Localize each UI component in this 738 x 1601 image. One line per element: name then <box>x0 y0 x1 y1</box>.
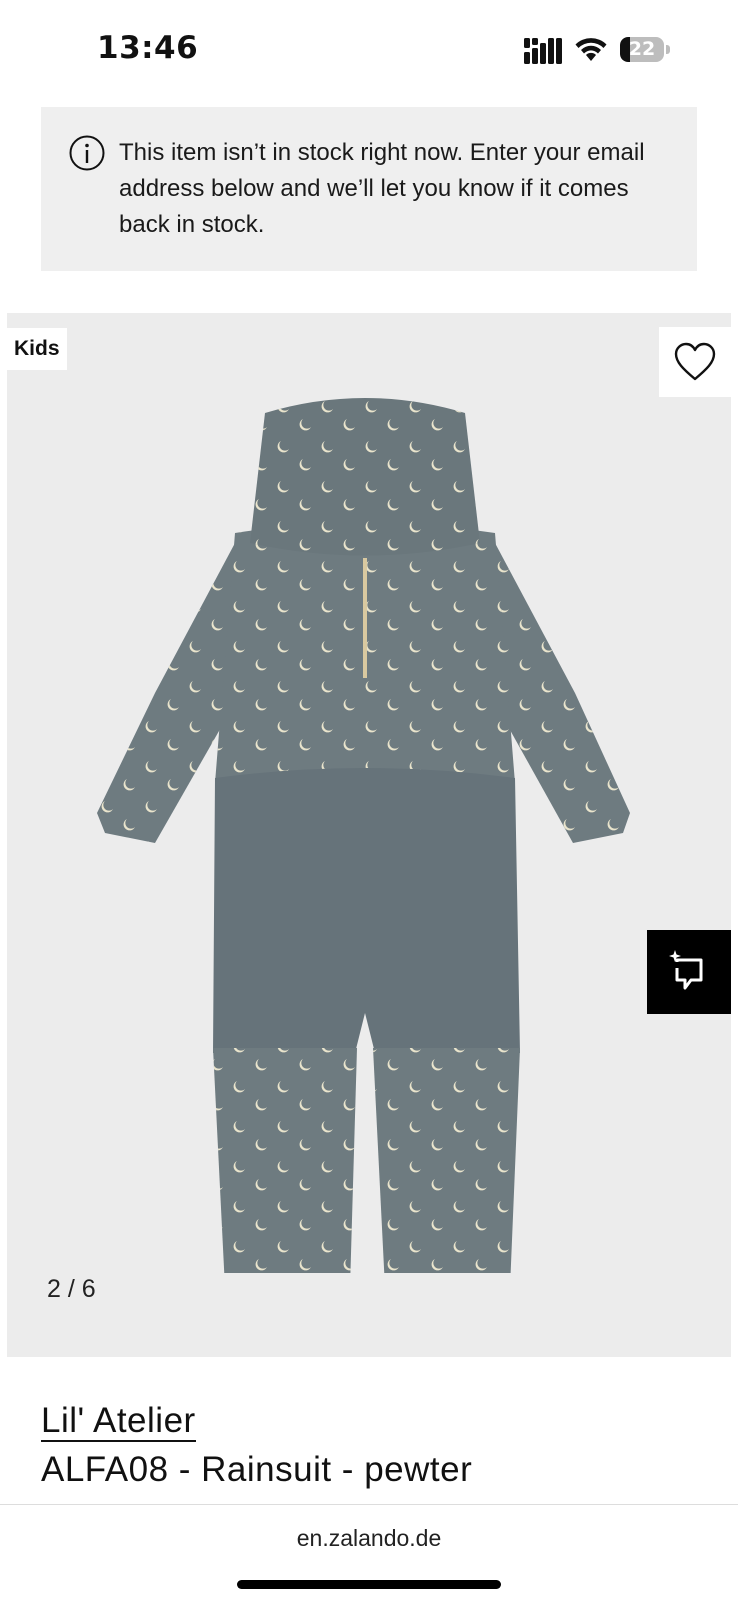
product-image-gallery[interactable]: Kids 2 / 6 <box>7 313 731 1357</box>
product-name: ALFA08 - Rainsuit - pewter <box>41 1450 473 1489</box>
url-text[interactable]: en.zalando.de <box>0 1525 738 1552</box>
image-counter: 2 / 6 <box>47 1275 96 1303</box>
product-photo <box>97 398 630 1273</box>
status-bar: 13:46 22 <box>0 0 738 100</box>
brand-link[interactable]: Lil' Atelier <box>41 1402 196 1442</box>
find-similar-button[interactable] <box>647 930 731 1014</box>
browser-address-bar[interactable]: en.zalando.de <box>0 1504 738 1601</box>
out-of-stock-notice: This item isn’t in stock right now. Ente… <box>41 107 697 271</box>
info-icon <box>69 135 105 171</box>
battery-icon: 22 <box>620 37 670 62</box>
wishlist-button[interactable] <box>659 327 731 397</box>
kids-badge: Kids <box>7 328 67 370</box>
notice-message: This item isn’t in stock right now. Ente… <box>119 139 645 238</box>
crop-sparkle-icon <box>669 950 703 990</box>
status-time: 13:46 <box>97 30 199 66</box>
wifi-icon <box>575 38 607 61</box>
battery-level: 22 <box>628 38 656 60</box>
home-indicator[interactable] <box>237 1580 501 1589</box>
cellular-signal-icon <box>524 38 562 64</box>
heart-icon <box>674 342 716 381</box>
